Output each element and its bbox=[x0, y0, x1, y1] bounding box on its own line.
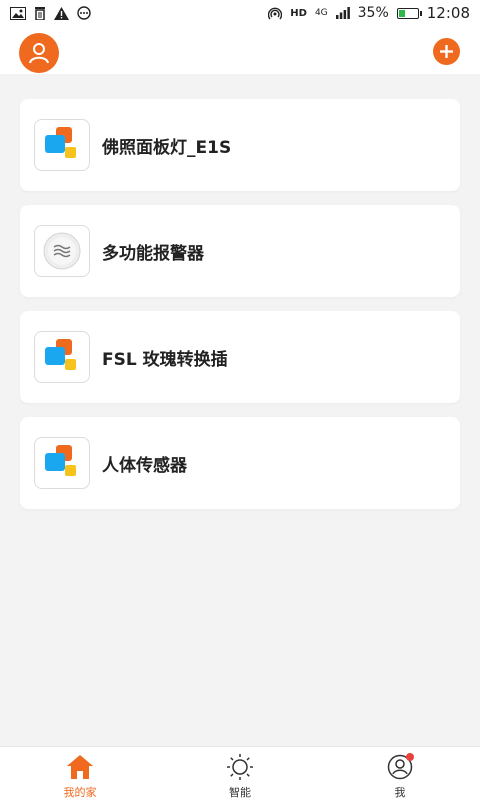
hd-label: HD bbox=[290, 7, 307, 19]
alarm-waves-icon bbox=[34, 225, 90, 277]
tab-label: 智能 bbox=[229, 786, 251, 799]
battery-percent: 35% bbox=[357, 5, 389, 21]
status-right: HD 4G 35% 12:08 bbox=[268, 4, 470, 22]
warning-icon bbox=[54, 6, 69, 20]
sun-icon bbox=[226, 753, 254, 781]
signal-icon bbox=[335, 7, 350, 19]
device-card[interactable]: 人体传感器 bbox=[20, 417, 460, 509]
device-name: FSL 玫瑰转换插 bbox=[102, 349, 228, 370]
battery-fill bbox=[398, 9, 405, 17]
app-tiles-icon bbox=[34, 331, 90, 383]
device-list: 佛照面板灯_E1S 多功能报警器 FSL 玫瑰转换插 人体传感器 bbox=[20, 99, 460, 523]
home-icon bbox=[66, 753, 94, 781]
battery-icon bbox=[396, 7, 422, 19]
network-label: 4G bbox=[314, 8, 328, 18]
tab-smart[interactable]: 智能 bbox=[160, 747, 320, 800]
device-card[interactable]: 多功能报警器 bbox=[20, 205, 460, 297]
tab-me[interactable]: 我 bbox=[320, 747, 480, 800]
user-icon bbox=[29, 43, 49, 64]
tab-my-home[interactable]: 我的家 bbox=[0, 747, 160, 800]
more-icon bbox=[77, 6, 91, 20]
device-name: 多功能报警器 bbox=[102, 243, 204, 264]
notification-badge bbox=[406, 753, 414, 761]
status-bar: HD 4G 35% 12:08 bbox=[0, 0, 480, 26]
add-device-button[interactable] bbox=[433, 38, 460, 65]
trash-icon bbox=[34, 6, 46, 20]
tab-label: 我的家 bbox=[63, 786, 97, 799]
device-card[interactable]: FSL 玫瑰转换插 bbox=[20, 311, 460, 403]
device-name: 佛照面板灯_E1S bbox=[102, 137, 232, 158]
app-tiles-icon bbox=[34, 119, 90, 171]
device-name: 人体传感器 bbox=[102, 455, 187, 476]
app-tiles-icon bbox=[34, 437, 90, 489]
clock: 12:08 bbox=[426, 4, 470, 22]
image-icon bbox=[10, 6, 26, 20]
avatar-button[interactable] bbox=[19, 33, 59, 73]
plus-icon bbox=[440, 45, 453, 58]
status-left bbox=[10, 6, 91, 20]
tab-label: 我 bbox=[394, 786, 406, 799]
profile-icon bbox=[386, 753, 414, 781]
device-card[interactable]: 佛照面板灯_E1S bbox=[20, 99, 460, 191]
header bbox=[0, 26, 480, 74]
tab-bar: 我的家 智能 我 bbox=[0, 746, 480, 800]
hotspot-icon bbox=[268, 6, 283, 20]
